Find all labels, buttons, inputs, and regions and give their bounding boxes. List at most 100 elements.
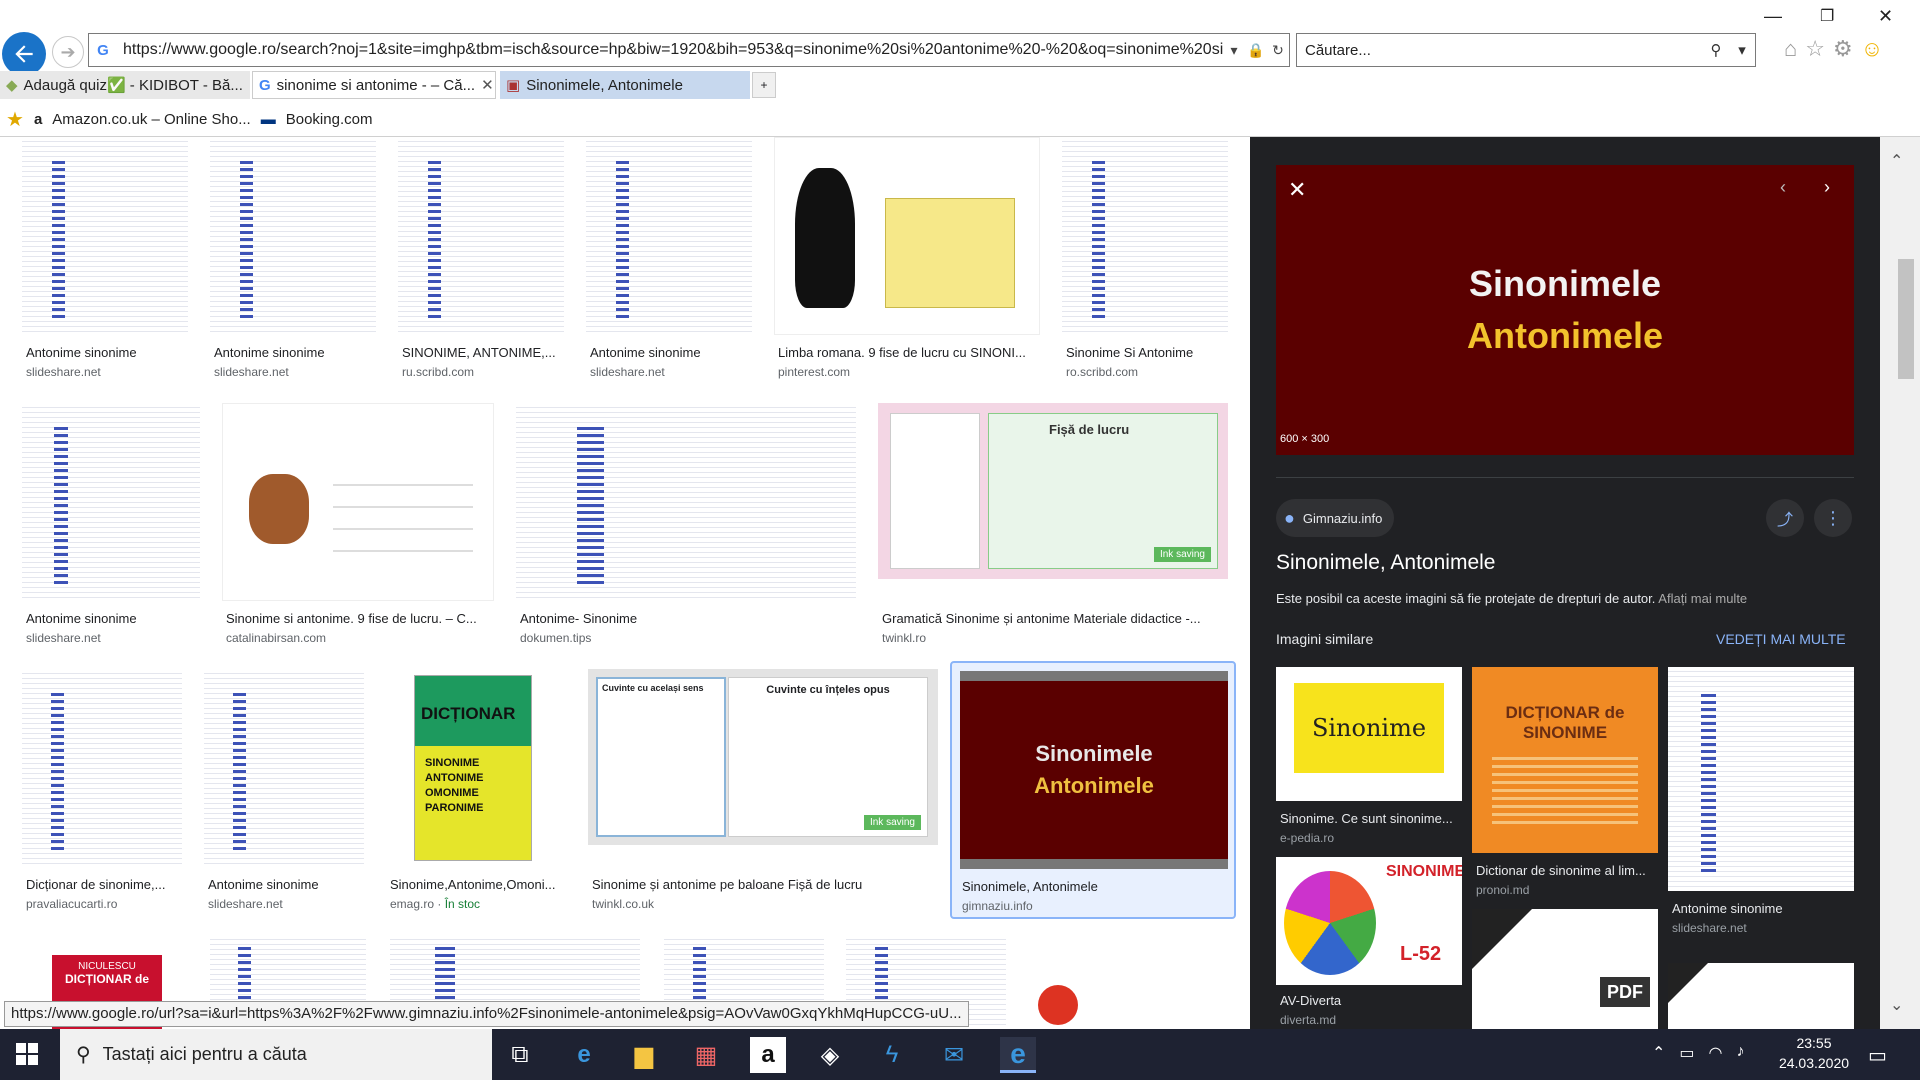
edge-icon[interactable]: e: [566, 1037, 602, 1073]
result-tile[interactable]: Antonime sinonime slideshare.net: [22, 137, 188, 379]
result-tile[interactable]: Fișă de lucru Ink saving Gramatică Sinon…: [878, 403, 1228, 645]
internet-explorer-icon[interactable]: e: [1000, 1037, 1036, 1073]
similar-title[interactable]: AV-Diverta: [1280, 993, 1341, 1008]
result-tile[interactable]: Antonime sinonime slideshare.net: [586, 137, 752, 379]
magnifier-icon[interactable]: ⚲: [1703, 41, 1729, 59]
result-tile-selected[interactable]: Sinonimele Antonimele Sinonimele, Antoni…: [950, 661, 1236, 919]
previous-image-icon[interactable]: ‹: [1780, 177, 1786, 198]
notifications-icon[interactable]: ▭: [1868, 1043, 1887, 1068]
result-title[interactable]: Antonime sinonime: [214, 345, 374, 360]
store-icon[interactable]: ▦: [688, 1037, 724, 1073]
browser-search-box[interactable]: Căutare... ⚲ ▾: [1296, 33, 1756, 67]
result-title[interactable]: Antonime sinonime: [590, 345, 750, 360]
result-thumbnail[interactable]: Sinonimele Antonimele: [960, 671, 1228, 869]
site-badge[interactable]: ● Gimnaziu.info: [1276, 499, 1395, 537]
result-tile[interactable]: DICȚIONAR SINONIME ANTONIME OMONIME PARONIM…: [386, 669, 566, 911]
file-explorer-icon[interactable]: ▆: [626, 1037, 662, 1073]
learn-more-link[interactable]: Aflați mai multe: [1658, 591, 1747, 606]
new-tab-button[interactable]: +: [752, 72, 776, 98]
forward-button[interactable]: ➔: [52, 36, 84, 68]
amazon-icon[interactable]: a: [750, 1037, 786, 1073]
similar-image[interactable]: [1668, 963, 1854, 1029]
settings-gear-icon[interactable]: ⚙: [1833, 36, 1853, 62]
result-title[interactable]: Antonime sinonime: [208, 877, 362, 892]
result-thumbnail[interactable]: DICȚIONAR SINONIME ANTONIME OMONIME PARONIM…: [386, 669, 566, 867]
lock-icon[interactable]: 🔒: [1245, 42, 1267, 59]
result-thumbnail[interactable]: [1062, 137, 1228, 335]
result-tile[interactable]: Dicționar de sinonime,... pravaliacucart…: [22, 669, 182, 911]
result-title[interactable]: Sinonime,Antonime,Omoni...: [390, 877, 564, 892]
result-thumbnail[interactable]: [22, 137, 188, 335]
dropbox-icon[interactable]: ◈: [812, 1037, 848, 1073]
result-thumbnail[interactable]: Fișă de lucru Ink saving: [878, 403, 1228, 579]
windows-start-icon[interactable]: [16, 1043, 38, 1065]
chevron-up-icon[interactable]: ⌃: [1652, 1043, 1665, 1063]
favorite-amazon[interactable]: Amazon.co.uk – Online Sho...: [52, 111, 250, 128]
task-view-icon[interactable]: ⧉: [502, 1037, 538, 1073]
result-thumbnail[interactable]: [774, 137, 1040, 335]
result-title[interactable]: Antonime sinonime: [26, 345, 186, 360]
result-tile[interactable]: Sinonime si antonime. 9 fise de lucru. –…: [222, 403, 494, 645]
more-options-icon[interactable]: ⋮: [1814, 499, 1852, 537]
next-image-icon[interactable]: ›: [1824, 177, 1830, 198]
result-tile[interactable]: Antonime sinonime slideshare.net: [204, 669, 364, 911]
result-title[interactable]: SINONIME, ANTONIME,...: [402, 345, 562, 360]
tab-google-search[interactable]: G sinonime si antonime - – Că... ✕: [252, 71, 496, 99]
result-tile[interactable]: Cuvinte cu același sens Cuvinte cu înțel…: [588, 669, 938, 911]
favorites-star-icon[interactable]: ☆: [1805, 36, 1825, 62]
result-thumbnail[interactable]: [222, 403, 494, 601]
result-tile[interactable]: Sinonime Si Antonime ro.scribd.com: [1062, 137, 1228, 379]
result-tile[interactable]: Antonime sinonime slideshare.net: [210, 137, 376, 379]
result-title[interactable]: Antonime sinonime: [26, 611, 196, 626]
wifi-icon[interactable]: ◠: [1709, 1043, 1723, 1063]
result-title[interactable]: Sinonimele, Antonimele: [962, 879, 1228, 894]
result-thumbnail[interactable]: Cuvinte cu același sens Cuvinte cu înțel…: [588, 669, 938, 845]
scroll-thumb[interactable]: [1898, 259, 1914, 379]
result-tile[interactable]: Antonime- Sinonime dokumen.tips: [516, 403, 856, 645]
similar-image[interactable]: [1668, 667, 1854, 891]
result-tile[interactable]: Limba romana. 9 fise de lucru cu SINONI.…: [774, 137, 1040, 379]
see-more-link[interactable]: VEDEȚI MAI MULTE: [1716, 631, 1846, 647]
similar-image[interactable]: PDF: [1472, 909, 1658, 1029]
similar-image[interactable]: SINONIME L-52: [1276, 857, 1462, 985]
favorite-booking[interactable]: Booking.com: [286, 111, 373, 128]
battery-icon[interactable]: ▭: [1679, 1043, 1694, 1063]
preview-image[interactable]: Sinonimele Antonimele: [1276, 165, 1854, 455]
taskbar-search-box[interactable]: ⚲ Tastați aici pentru a căuta: [60, 1029, 492, 1080]
volume-icon[interactable]: ♪: [1737, 1043, 1745, 1063]
tab-sinonimele[interactable]: ▣ Sinonimele, Antonimele: [500, 71, 750, 99]
similar-title[interactable]: Dictionar de sinonime al lim...: [1476, 863, 1656, 878]
result-thumbnail[interactable]: [22, 403, 200, 601]
favorites-star-icon[interactable]: ★: [6, 107, 24, 132]
similar-title[interactable]: Sinonime. Ce sunt sinonime...: [1280, 811, 1460, 826]
similar-title[interactable]: Antonime sinonime: [1672, 901, 1783, 916]
result-title[interactable]: Sinonime și antonime pe baloane Fișă de …: [592, 877, 932, 892]
result-thumbnail[interactable]: [210, 137, 376, 335]
tab-kidibot[interactable]: ◆ Adaugă quiz✅ - KIDIBOT - Bă...: [0, 71, 250, 99]
scroll-up-icon[interactable]: ⌃: [1890, 151, 1903, 171]
close-window-button[interactable]: ✕: [1878, 6, 1893, 27]
scroll-down-icon[interactable]: ⌄: [1890, 995, 1903, 1015]
result-title[interactable]: Sinonime si antonime. 9 fise de lucru. –…: [226, 611, 490, 626]
back-button[interactable]: [2, 32, 46, 76]
mail-icon[interactable]: ✉: [936, 1037, 972, 1073]
close-tab-icon[interactable]: ✕: [481, 76, 494, 94]
page-scrollbar[interactable]: ⌃ ⌄: [1880, 137, 1920, 1029]
result-tile[interactable]: [1028, 935, 1228, 1029]
result-tile[interactable]: SINONIME, ANTONIME,... ru.scribd.com: [398, 137, 564, 379]
result-title[interactable]: Dicționar de sinonime,...: [26, 877, 180, 892]
similar-image[interactable]: DICȚIONAR de SINONIME: [1472, 667, 1658, 853]
search-dropdown-icon[interactable]: ▾: [1729, 41, 1755, 59]
result-thumbnail[interactable]: [586, 137, 752, 335]
refresh-icon[interactable]: ↻: [1267, 42, 1289, 59]
preview-title[interactable]: Sinonimele, Antonimele: [1276, 551, 1495, 575]
minimize-button[interactable]: —: [1764, 6, 1782, 27]
result-title[interactable]: Antonime- Sinonime: [520, 611, 850, 626]
result-tile[interactable]: Antonime sinonime slideshare.net: [22, 403, 200, 645]
similar-image[interactable]: Sinonime: [1276, 667, 1462, 801]
home-icon[interactable]: ⌂: [1784, 36, 1797, 62]
result-title[interactable]: Sinonime Si Antonime: [1066, 345, 1226, 360]
result-title[interactable]: Limba romana. 9 fise de lucru cu SINONI.…: [778, 345, 1034, 360]
result-thumbnail[interactable]: [516, 403, 856, 601]
result-thumbnail[interactable]: [204, 669, 364, 867]
